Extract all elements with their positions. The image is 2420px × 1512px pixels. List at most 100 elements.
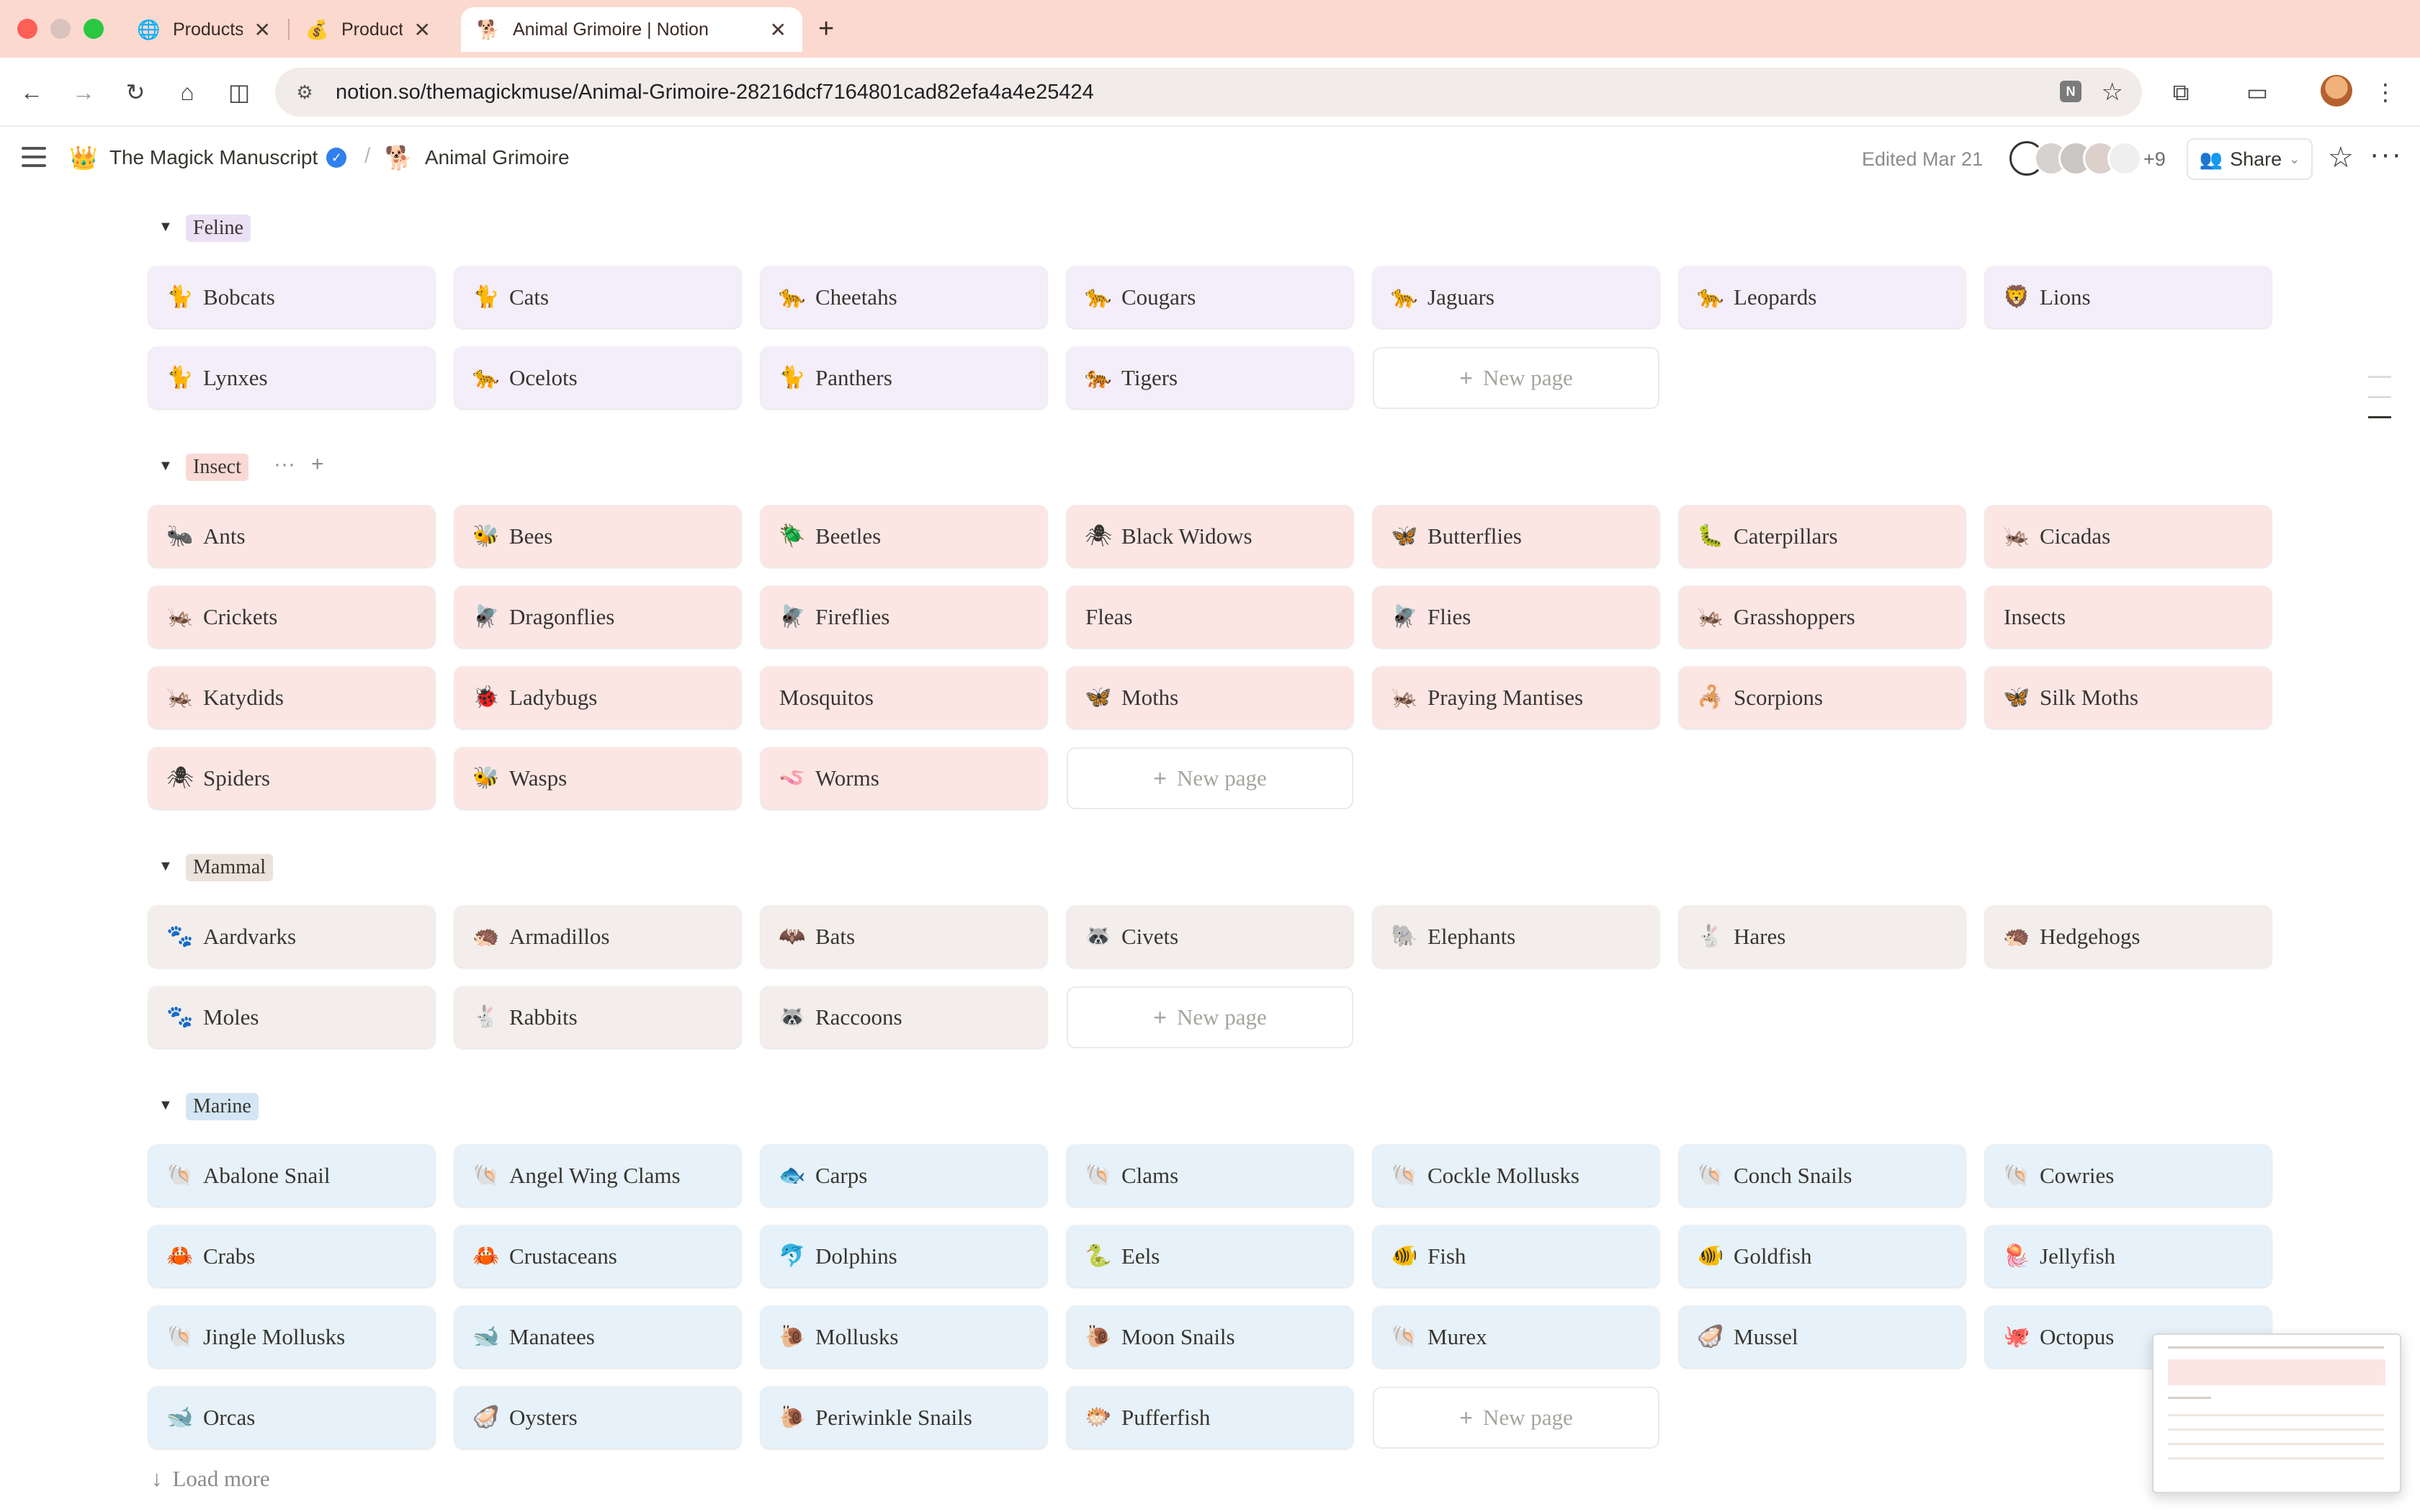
card-cougars[interactable]: 🐆 Cougars: [1067, 266, 1353, 328]
card-cheetahs[interactable]: 🐆 Cheetahs: [761, 266, 1047, 328]
card-aardvarks[interactable]: 🐾 Aardvarks: [148, 906, 435, 968]
browser-tab-products[interactable]: 🌐 Products ✕: [121, 7, 287, 52]
more-collaborators-count[interactable]: +9: [2143, 148, 2166, 171]
share-button[interactable]: 👥 Share ⌄: [2187, 138, 2313, 180]
card-manatees[interactable]: 🐋 Manatees: [454, 1306, 741, 1368]
card-periwinkle-snails[interactable]: 🐌 Periwinkle Snails: [761, 1387, 1047, 1449]
scroll-marker[interactable]: [2368, 396, 2391, 398]
card-black-widows[interactable]: 🕷 Black Widows: [1067, 505, 1353, 567]
card-cockle-mollusks[interactable]: 🐚 Cockle Mollusks: [1373, 1145, 1659, 1207]
card-ocelots[interactable]: 🐆 Ocelots: [454, 347, 741, 409]
card-moths[interactable]: 🦋 Moths: [1067, 667, 1353, 729]
card-panthers[interactable]: 🐈 Panthers: [761, 347, 1047, 409]
card-clams[interactable]: 🐚 Clams: [1067, 1145, 1353, 1207]
card-silk-moths[interactable]: 🦋 Silk Moths: [1985, 667, 2272, 729]
browser-menu-icon[interactable]: ⋮: [2370, 76, 2401, 108]
card-angel-wing-clams[interactable]: 🐚 Angel Wing Clams: [454, 1145, 741, 1207]
more-options-icon[interactable]: ···: [2370, 138, 2403, 171]
group-label[interactable]: Feline: [186, 215, 251, 242]
card-beetles[interactable]: 🪲 Beetles: [761, 505, 1047, 567]
card-hedgehogs[interactable]: 🦔 Hedgehogs: [1985, 906, 2272, 968]
card-insects[interactable]: Insects: [1985, 586, 2272, 648]
card-katydids[interactable]: 🦗 Katydids: [148, 667, 435, 729]
card-civets[interactable]: 🦝 Civets: [1067, 906, 1353, 968]
scroll-marker-active[interactable]: [2368, 416, 2391, 418]
extensions-puzzle-icon[interactable]: ⧉: [2165, 76, 2197, 108]
card-jellyfish[interactable]: 🪼 Jellyfish: [1985, 1225, 2272, 1287]
card-raccoons[interactable]: 🦝 Raccoons: [761, 986, 1047, 1048]
card-crustaceans[interactable]: 🦀 Crustaceans: [454, 1225, 741, 1287]
browser-tab-product[interactable]: 💰 Product I ✕: [290, 7, 447, 52]
group-options-icon[interactable]: ···: [274, 452, 295, 477]
card-abalone-snail[interactable]: 🐚 Abalone Snail: [148, 1145, 435, 1207]
card-cicadas[interactable]: 🦗 Cicadas: [1985, 505, 2272, 567]
card-mussel[interactable]: 🦪 Mussel: [1679, 1306, 1966, 1368]
profile-avatar[interactable]: [2321, 75, 2352, 107]
card-leopards[interactable]: 🐆 Leopards: [1679, 266, 1966, 328]
close-window-button[interactable]: [17, 19, 37, 39]
breadcrumb-page[interactable]: 🐕 Animal Grimoire: [385, 144, 570, 171]
card-grasshoppers[interactable]: 🦗 Grasshoppers: [1679, 586, 1966, 648]
card-fireflies[interactable]: 🪰 Fireflies: [761, 586, 1047, 648]
card-ants[interactable]: 🐜 Ants: [148, 505, 435, 567]
card-moles[interactable]: 🐾 Moles: [148, 986, 435, 1048]
card-carps[interactable]: 🐟 Carps: [761, 1145, 1047, 1207]
reload-icon[interactable]: ↻: [120, 76, 151, 108]
collapse-caret-icon[interactable]: ▼: [158, 458, 173, 474]
card-bobcats[interactable]: 🐈 Bobcats: [148, 266, 435, 328]
card-murex[interactable]: 🐚 Murex: [1373, 1306, 1659, 1368]
collapse-caret-icon[interactable]: ▼: [158, 219, 173, 235]
card-mosquitos[interactable]: Mosquitos: [761, 667, 1047, 729]
new-tab-button[interactable]: +: [818, 14, 834, 43]
card-dragonflies[interactable]: 🪰 Dragonflies: [454, 586, 741, 648]
group-label[interactable]: Marine: [186, 1093, 259, 1120]
card-armadillos[interactable]: 🦔 Armadillos: [454, 906, 741, 968]
address-bar[interactable]: ⚙ notion.so/themagickmuse/Animal-Grimoir…: [275, 68, 2142, 117]
card-jingle-mollusks[interactable]: 🐚 Jingle Mollusks: [148, 1306, 435, 1368]
page-thumbnail-preview[interactable]: [2152, 1333, 2401, 1493]
collapse-caret-icon[interactable]: ▼: [158, 858, 173, 875]
split-view-icon[interactable]: ◫: [223, 76, 255, 108]
card-lions[interactable]: 🦁 Lions: [1985, 266, 2272, 328]
card-cats[interactable]: 🐈 Cats: [454, 266, 741, 328]
card-caterpillars[interactable]: 🐛 Caterpillars: [1679, 505, 1966, 567]
new-page-button[interactable]: + New page: [1373, 1387, 1659, 1449]
new-page-button[interactable]: + New page: [1373, 347, 1659, 409]
card-wasps[interactable]: 🐝 Wasps: [454, 747, 741, 809]
card-fish[interactable]: 🐠 Fish: [1373, 1225, 1659, 1287]
card-crabs[interactable]: 🦀 Crabs: [148, 1225, 435, 1287]
favorite-star-icon[interactable]: ☆: [2328, 141, 2354, 174]
collapse-caret-icon[interactable]: ▼: [158, 1097, 173, 1114]
site-settings-icon[interactable]: ⚙: [292, 80, 317, 104]
card-fleas[interactable]: Fleas: [1067, 586, 1353, 648]
card-bees[interactable]: 🐝 Bees: [454, 505, 741, 567]
browser-tab-animal-grimoire[interactable]: 🐕 Animal Grimoire | Notion ✕: [461, 7, 802, 52]
collaborator-avatars[interactable]: [2009, 141, 2142, 177]
card-lynxes[interactable]: 🐈 Lynxes: [148, 347, 435, 409]
breadcrumb-workspace[interactable]: 👑 The Magick Manuscript ✓: [69, 144, 347, 171]
forward-arrow-icon[interactable]: →: [68, 76, 99, 108]
card-oysters[interactable]: 🦪 Oysters: [454, 1387, 741, 1449]
card-goldfish[interactable]: 🐠 Goldfish: [1679, 1225, 1966, 1287]
card-butterflies[interactable]: 🦋 Butterflies: [1373, 505, 1659, 567]
new-page-button[interactable]: + New page: [1067, 986, 1353, 1048]
sidebar-menu-icon[interactable]: [22, 147, 46, 167]
card-orcas[interactable]: 🐋 Orcas: [148, 1387, 435, 1449]
url-text[interactable]: notion.so/themagickmuse/Animal-Grimoire-…: [336, 81, 1094, 104]
group-label[interactable]: Insect: [186, 454, 248, 481]
close-icon[interactable]: ✕: [254, 18, 271, 42]
card-moon-snails[interactable]: 🐌 Moon Snails: [1067, 1306, 1353, 1368]
minimize-window-button[interactable]: [50, 19, 71, 39]
close-icon[interactable]: ✕: [770, 18, 786, 42]
card-tigers[interactable]: 🐅 Tigers: [1067, 347, 1353, 409]
new-page-button[interactable]: + New page: [1067, 747, 1353, 809]
card-ladybugs[interactable]: 🐞 Ladybugs: [454, 667, 741, 729]
card-jaguars[interactable]: 🐆 Jaguars: [1373, 266, 1659, 328]
card-scorpions[interactable]: 🦂 Scorpions: [1679, 667, 1966, 729]
home-icon[interactable]: ⌂: [171, 76, 203, 108]
card-flies[interactable]: 🪰 Flies: [1373, 586, 1659, 648]
bookmark-star-icon[interactable]: ☆: [2102, 78, 2123, 107]
group-label[interactable]: Mammal: [186, 854, 274, 881]
card-mollusks[interactable]: 🐌 Mollusks: [761, 1306, 1047, 1368]
card-bats[interactable]: 🦇 Bats: [761, 906, 1047, 968]
